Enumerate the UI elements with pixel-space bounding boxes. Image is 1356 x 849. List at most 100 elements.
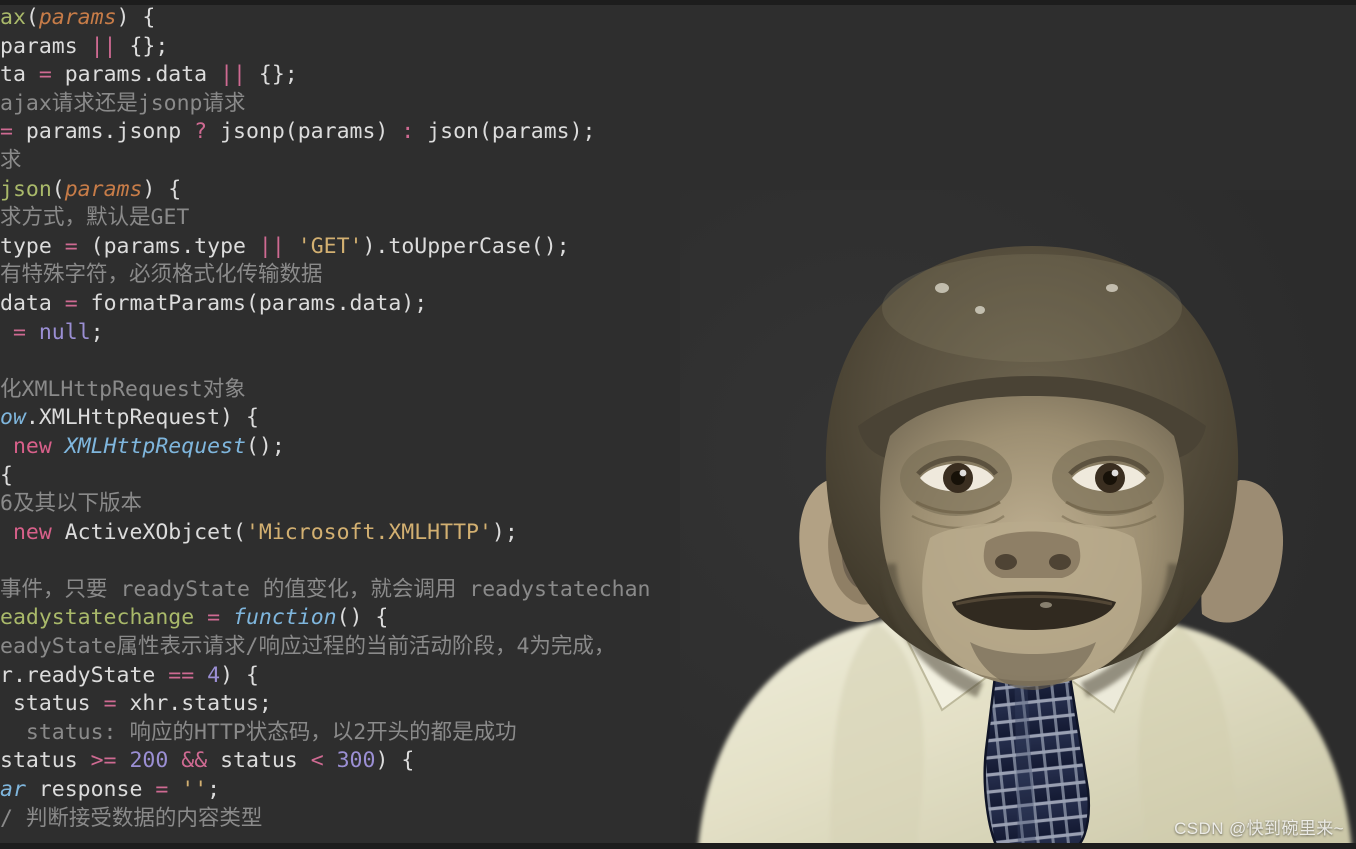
code-token: / 判断接受数据的内容类型 [0, 805, 263, 831]
code-token: = [64, 290, 78, 316]
code-token: type [0, 233, 65, 259]
code-token: = [155, 777, 169, 803]
code-token: 求 [0, 147, 22, 173]
code-token: == [168, 662, 195, 688]
code-token: .XMLHttpRequest) { [25, 405, 259, 431]
code-line: 求 [0, 147, 1356, 176]
code-token: 求方式，默认是GET [0, 205, 190, 231]
code-token: ) { [142, 176, 182, 202]
code-token: ).toUpperCase(); [362, 233, 570, 259]
code-token: < [310, 748, 324, 774]
code-token: jsonp(params) [207, 119, 402, 145]
code-token: {}; [116, 33, 169, 59]
code-token: = [64, 233, 78, 259]
code-token: ActiveXObjcet( [51, 519, 246, 545]
code-token: '' [181, 777, 208, 803]
csdn-watermark: CSDN @快到碗里来~ [1174, 819, 1344, 838]
code-token: status [0, 691, 104, 717]
code-token: ( [51, 176, 65, 202]
top-edge-band [0, 0, 1356, 5]
code-token: eadystatechange [0, 605, 195, 631]
code-token: ( [25, 5, 39, 30]
code-token: (); [245, 433, 285, 459]
code-token: null [38, 319, 91, 345]
code-token: = [207, 605, 221, 631]
code-token: >= [90, 748, 117, 774]
code-token: { [0, 462, 13, 488]
code-token: ta [0, 62, 39, 88]
code-token: ; [90, 319, 104, 345]
code-token: new [12, 519, 52, 545]
code-token: status [0, 748, 91, 774]
code-token: 200 [129, 748, 169, 774]
code-token: eadyState属性表示请求/响应过程的当前活动阶段，4为完成， [0, 634, 616, 660]
code-token: 6及其以下版本 [0, 491, 142, 517]
code-line: params || {}; [0, 33, 1356, 62]
code-token: XMLHttpRequest [64, 433, 246, 459]
code-token: ); [491, 519, 518, 545]
code-token: () { [336, 605, 389, 631]
code-token: || [258, 233, 285, 259]
code-token: function [233, 605, 337, 631]
code-token: data [0, 290, 65, 316]
code-token: : [401, 119, 415, 145]
code-line: ax(params) { [0, 4, 1356, 33]
code-token: = [38, 62, 52, 88]
code-token: params.data [51, 62, 221, 88]
code-token: ow [0, 405, 26, 431]
code-token: status: 响应的HTTP状态码，以2开头的都是成功 [0, 719, 517, 745]
code-token: = [103, 691, 117, 717]
code-token: 有特殊字符，必须格式化传输数据 [0, 262, 323, 288]
code-token: xhr.status; [116, 691, 272, 717]
code-token: params [64, 176, 143, 202]
code-token: response [25, 777, 156, 803]
code-line: = params.jsonp ? jsonp(params) : json(pa… [0, 118, 1356, 147]
code-token: json [0, 176, 52, 202]
code-token: 'GET' [297, 233, 363, 259]
code-token: (params.type [77, 233, 259, 259]
code-token: 4 [207, 662, 221, 688]
code-token: ) { [375, 748, 415, 774]
code-token: params [0, 33, 91, 59]
code-token: = [12, 319, 26, 345]
code-line: ajax请求还是jsonp请求 [0, 90, 1356, 119]
code-token: {}; [245, 62, 298, 88]
code-token: ) { [116, 5, 156, 30]
code-line: ta = params.data || {}; [0, 61, 1356, 90]
code-token: ar [0, 777, 26, 803]
screenshot-canvas: ax(params) {params || {}; ta = params.dat… [0, 0, 1356, 849]
code-token: formatParams(params.data); [77, 290, 428, 316]
code-token: r.readyState [0, 662, 169, 688]
code-token: ? [194, 119, 208, 145]
code-token: || [220, 62, 246, 88]
code-token: 事件，只要 readyState 的值变化，就会调用 readystatecha… [0, 576, 651, 602]
code-token: ; [207, 777, 221, 803]
code-token: params.jsonp [12, 119, 195, 145]
code-token: 化XMLHttpRequest对象 [0, 376, 246, 402]
code-token: ajax请求还是jsonp请求 [0, 90, 246, 116]
code-token: 300 [336, 748, 376, 774]
code-token: || [90, 33, 117, 59]
code-token: ax [0, 5, 26, 30]
code-token: 'Microsoft.XMLHTTP' [245, 519, 492, 545]
code-token: new [12, 433, 52, 459]
bottom-edge-band [0, 843, 1356, 849]
code-token: && [181, 748, 208, 774]
code-token: ) { [220, 662, 259, 688]
chimpanzee-overlay-image [680, 190, 1356, 849]
code-token: status [207, 748, 311, 774]
code-token: params [38, 5, 117, 30]
